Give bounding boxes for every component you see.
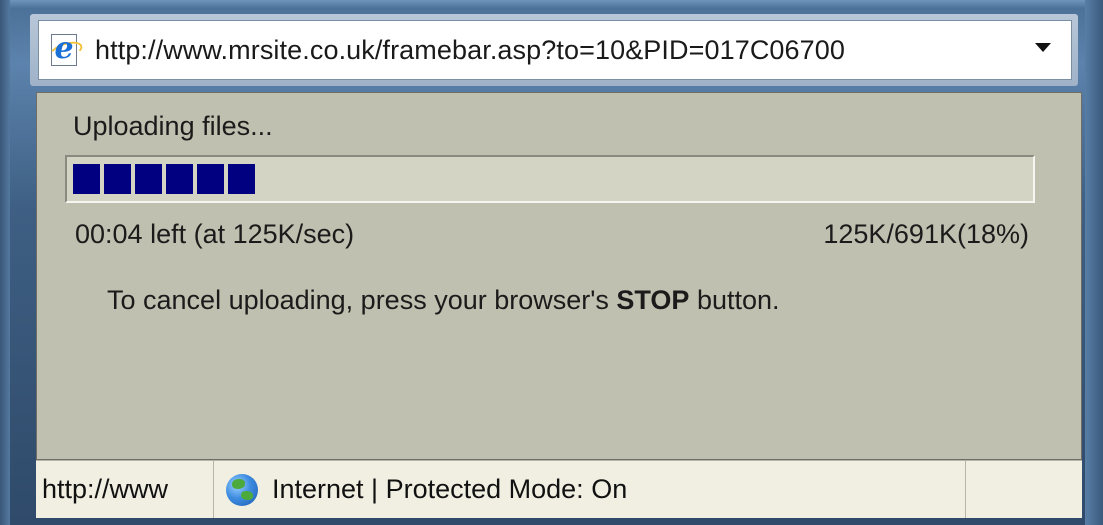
progress-block: [104, 164, 131, 194]
status-bar-pane: [966, 461, 1082, 518]
upload-status-title: Uploading files...: [73, 111, 273, 141]
cancel-text-suffix: button.: [689, 285, 780, 315]
progress-block: [73, 164, 100, 194]
security-zone[interactable]: Internet | Protected Mode: On: [214, 461, 966, 518]
address-bar[interactable]: e http://www.mrsite.co.uk/framebar.asp?t…: [38, 20, 1072, 80]
window-border-right: [1085, 0, 1103, 525]
progress-block: [166, 164, 193, 194]
size-progress-text: 125K/691K(18%): [823, 219, 1029, 249]
progress-fill: [73, 164, 255, 194]
address-url[interactable]: http://www.mrsite.co.uk/framebar.asp?to=…: [95, 35, 1015, 66]
upload-panel: Uploading files... 00:04 left (at 125K/s…: [36, 92, 1082, 460]
upload-progress-bar: [65, 155, 1035, 203]
status-url: http://www: [36, 461, 214, 518]
cancel-text-prefix: To cancel uploading, press your browser'…: [107, 285, 617, 315]
cancel-instructions: To cancel uploading, press your browser'…: [107, 285, 780, 316]
status-bar: http://www Internet | Protected Mode: On: [36, 460, 1082, 518]
internet-explorer-icon: e: [47, 33, 85, 67]
progress-block: [197, 164, 224, 194]
stop-keyword: STOP: [616, 285, 690, 315]
chevron-down-icon[interactable]: [1035, 43, 1051, 52]
progress-block: [228, 164, 255, 194]
security-zone-label: Internet | Protected Mode: On: [272, 474, 628, 504]
time-left-text: 00:04 left (at 125K/sec): [75, 219, 355, 249]
progress-block: [135, 164, 162, 194]
globe-icon: [226, 473, 258, 506]
